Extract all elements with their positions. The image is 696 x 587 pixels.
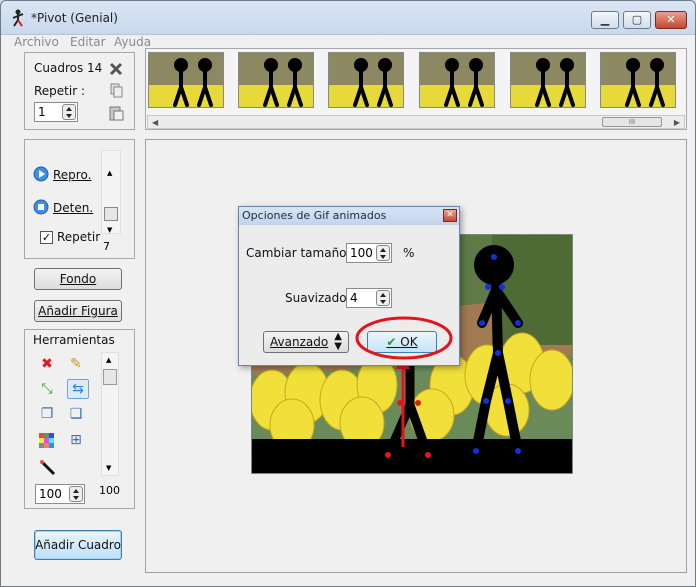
tools-heading: Herramientas [33, 333, 115, 347]
title-bar[interactable]: *Pivot (Genial) ▁ ▢ ✕ [1, 1, 695, 35]
repeat-value: 1 [38, 105, 46, 119]
menu-ayuda[interactable]: Ayuda [114, 35, 151, 49]
size-spinner[interactable]: 100 [35, 484, 85, 504]
repeat-spinner[interactable]: 1 [34, 102, 78, 122]
segment-tool-icon[interactable] [40, 460, 56, 476]
play-icon[interactable] [33, 166, 49, 182]
scroll-right-icon[interactable]: ▶ [674, 118, 680, 127]
duplicate-tool-icon[interactable]: ❐ [38, 405, 56, 423]
thumbnail-scrollbar[interactable]: ◀ III ▶ [147, 115, 685, 129]
frames-count-label: Cuadros 14 [34, 61, 103, 75]
add-layer-tool-icon[interactable]: ⊞ [67, 431, 85, 449]
menu-editar[interactable]: Editar [70, 35, 106, 49]
advanced-button[interactable]: Avanzado ▲ ▼ [263, 331, 349, 353]
resize-label: Cambiar tamaño [246, 246, 347, 260]
dialog-title[interactable]: Opciones de Gif animados [239, 207, 459, 225]
repeat-label: Repetir : [34, 84, 86, 98]
tools-panel: Herramientas ✖ ✎ ⤡ ⇆ ❐ ❏ ⊞ ▲ ▼ 100 100 [24, 329, 135, 509]
frame-thumbnail[interactable] [510, 52, 586, 108]
tools-scroll-down-icon[interactable]: ▼ [106, 464, 111, 472]
scroll-left-icon[interactable]: ◀ [152, 118, 158, 127]
pivot-window: *Pivot (Genial) ▁ ▢ ✕ Archivo Editar Ayu… [0, 0, 696, 587]
resize-spin-arrows[interactable] [376, 245, 390, 261]
frame-thumbnail[interactable] [238, 52, 314, 108]
minimize-button[interactable]: ▁ [591, 11, 619, 29]
play-label[interactable]: Repro. [53, 168, 91, 182]
double-arrow-icon: ▲ ▼ [334, 331, 342, 352]
smooth-label: Suavizado [285, 291, 347, 305]
add-frame-button[interactable]: Añadir Cuadro [34, 530, 122, 560]
stop-icon[interactable] [33, 199, 49, 215]
resize-unit: % [403, 246, 415, 260]
speed-slider-thumb[interactable] [104, 207, 118, 221]
shrink-tool-icon[interactable]: ⤡ [38, 380, 56, 398]
ok-highlight-ellipse [355, 316, 453, 360]
stop-label[interactable]: Deten. [53, 201, 93, 215]
thumbnail-scroll-thumb[interactable]: III [602, 117, 662, 127]
fondo-button[interactable]: Fondo [34, 268, 122, 290]
tools-scroll-thumb[interactable] [103, 369, 117, 385]
speed-value: 7 [103, 240, 110, 253]
stickman-app-icon [12, 9, 24, 27]
menu-archivo[interactable]: Archivo [14, 35, 59, 49]
speed-slider[interactable]: ▲ ▼ [101, 150, 121, 234]
frame-thumbnail[interactable] [600, 52, 676, 108]
pencil-tool-icon[interactable]: ✎ [67, 355, 85, 373]
smooth-value: 4 [350, 291, 358, 305]
smooth-spin-arrows[interactable] [376, 290, 390, 306]
advanced-button-label: Avanzado [270, 335, 329, 349]
paste-icon[interactable] [109, 105, 124, 121]
add-figure-button[interactable]: Añadir Figura [34, 300, 122, 322]
repeat-checkbox[interactable]: ✓ [40, 231, 53, 244]
size-value: 100 [39, 487, 62, 501]
speed-down-icon[interactable]: ▼ [107, 226, 112, 234]
delete-frame-icon[interactable] [109, 62, 123, 76]
dialog-close-icon[interactable]: ✕ [443, 209, 457, 222]
tools-scrollbar[interactable]: ▲ ▼ [101, 352, 119, 476]
frame-thumbnail[interactable] [148, 52, 224, 108]
tools-scroll-up-icon[interactable]: ▲ [106, 356, 111, 364]
playback-panel: Repro. Deten. ✓ Repetir ▲ ▼ 7 [24, 139, 135, 259]
maximize-button[interactable]: ▢ [623, 11, 651, 29]
copy-icon[interactable] [110, 83, 123, 98]
window-title: *Pivot (Genial) [31, 11, 118, 25]
repeat-spin-arrows[interactable] [62, 104, 76, 120]
resize-value: 100 [350, 246, 373, 260]
frame-thumbnail[interactable] [419, 52, 495, 108]
frame-thumbnail[interactable] [328, 52, 404, 108]
speed-up-icon[interactable]: ▲ [107, 169, 112, 177]
smooth-spinner[interactable]: 4 [346, 288, 392, 308]
resize-spinner[interactable]: 100 [346, 243, 392, 263]
size-spin-arrows[interactable] [69, 486, 83, 502]
close-button[interactable]: ✕ [655, 11, 687, 29]
annotation-arrow-icon [396, 355, 410, 447]
frames-panel: Cuadros 14 Repetir : 1 [24, 52, 135, 130]
flip-tool-icon[interactable]: ⇆ [67, 379, 89, 399]
delete-tool-icon[interactable]: ✖ [38, 355, 56, 373]
layer-tool-icon[interactable]: ❏ [67, 405, 85, 423]
repeat-checkbox-label[interactable]: Repetir [57, 230, 100, 244]
color-tool-icon[interactable] [39, 433, 55, 449]
size-max-label: 100 [99, 484, 120, 497]
